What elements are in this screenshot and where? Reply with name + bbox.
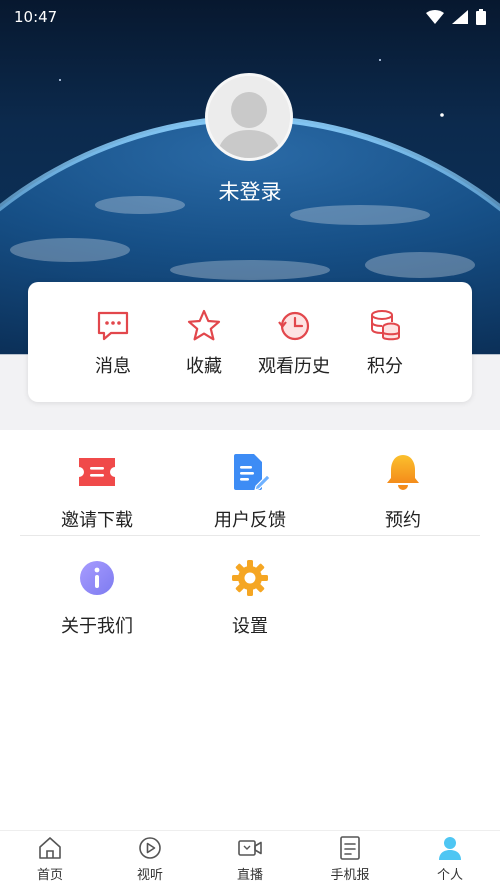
grid-item-label: 设置 bbox=[232, 616, 268, 637]
status-icons bbox=[426, 9, 486, 25]
tab-video[interactable]: 视听 bbox=[100, 835, 200, 883]
document-icon bbox=[340, 836, 360, 860]
message-icon bbox=[97, 311, 129, 341]
feedback-icon bbox=[234, 454, 270, 491]
grid-item-reservation[interactable]: 预约 bbox=[328, 452, 478, 532]
tab-live[interactable]: 直播 bbox=[200, 835, 300, 883]
login-status-label[interactable]: 未登录 bbox=[0, 176, 500, 206]
tab-label: 视听 bbox=[136, 868, 163, 883]
default-avatar-icon bbox=[208, 76, 290, 158]
quick-item-label: 观看历史 bbox=[258, 356, 330, 377]
quick-item-points[interactable]: 积分 bbox=[340, 308, 430, 378]
person-icon bbox=[439, 837, 461, 860]
quick-item-favorites[interactable]: 收藏 bbox=[159, 308, 249, 378]
grid-item-settings[interactable]: 设置 bbox=[175, 558, 325, 638]
camera-icon bbox=[238, 840, 262, 856]
grid-item-label: 预约 bbox=[385, 510, 421, 531]
info-icon bbox=[80, 561, 114, 595]
ticket-icon bbox=[79, 458, 115, 486]
grid-item-about-us[interactable]: 关于我们 bbox=[22, 558, 172, 638]
quick-actions-card: 消息 收藏 观看历史 积分 bbox=[28, 282, 472, 402]
tab-profile[interactable]: 个人 bbox=[400, 835, 500, 883]
tab-label: 首页 bbox=[36, 868, 63, 883]
grid-item-label: 关于我们 bbox=[61, 616, 133, 637]
home-icon bbox=[39, 837, 61, 859]
tab-label: 直播 bbox=[236, 868, 263, 883]
grid-divider bbox=[20, 535, 480, 536]
quick-item-label: 消息 bbox=[95, 356, 131, 377]
status-time: 10:47 bbox=[14, 8, 58, 26]
tab-home[interactable]: 首页 bbox=[0, 835, 100, 883]
wifi-icon bbox=[426, 10, 444, 24]
quick-item-label: 积分 bbox=[367, 356, 403, 377]
avatar[interactable] bbox=[205, 73, 293, 161]
quick-item-messages[interactable]: 消息 bbox=[68, 308, 158, 378]
grid-item-invite-download[interactable]: 邀请下载 bbox=[22, 452, 172, 532]
quick-item-history[interactable]: 观看历史 bbox=[249, 308, 339, 378]
history-icon bbox=[278, 311, 310, 341]
tab-mobile-news[interactable]: 手机报 bbox=[300, 835, 400, 883]
bell-icon bbox=[387, 455, 419, 490]
battery-icon bbox=[476, 9, 486, 25]
gear-icon bbox=[232, 560, 268, 596]
play-icon bbox=[139, 837, 161, 859]
grid-item-user-feedback[interactable]: 用户反馈 bbox=[175, 452, 325, 532]
grid-item-label: 用户反馈 bbox=[214, 510, 286, 531]
coins-icon bbox=[371, 310, 400, 341]
tab-label: 个人 bbox=[436, 868, 463, 883]
status-bar: 10:47 bbox=[0, 0, 500, 34]
quick-item-label: 收藏 bbox=[186, 356, 222, 377]
star-icon bbox=[187, 309, 221, 341]
signal-icon bbox=[452, 10, 468, 24]
grid-item-label: 邀请下载 bbox=[61, 510, 133, 531]
bottom-tab-bar: 首页 视听 直播 手机报 个人 bbox=[0, 830, 500, 888]
tab-label: 手机报 bbox=[330, 868, 370, 883]
